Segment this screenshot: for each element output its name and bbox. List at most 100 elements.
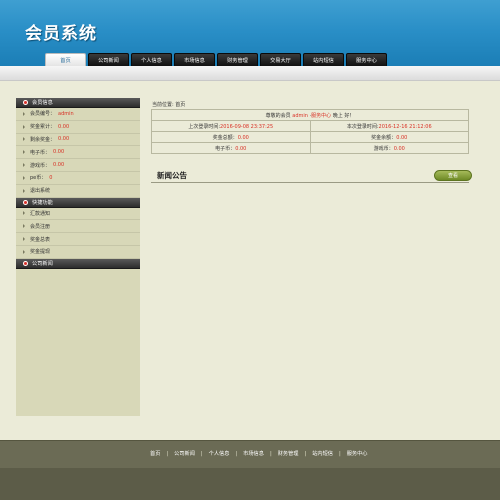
breadcrumb: 当前位置: 首页: [152, 102, 186, 108]
footer-bottom: [0, 468, 500, 500]
triangle-bullet-icon: [23, 137, 25, 142]
sidebar-section-company-news[interactable]: 公司新闻: [16, 258, 140, 269]
sidebar-item-bonus-left: 剩余奖金： 0.00: [16, 134, 140, 147]
sidebar-item-ecoin: 电子币： 0.00: [16, 146, 140, 160]
sidebar-item-remittance-notice[interactable]: 汇款通知: [16, 208, 140, 221]
sidebar-section-title: 会员信息: [32, 100, 53, 106]
this-login-value: 2016-12-16 21:12:06: [378, 123, 432, 130]
news-section-title: 新闻公告: [157, 171, 187, 180]
nav-tab-messages[interactable]: 站内短信: [303, 53, 344, 66]
sidebar-item-label: 会员编号：: [30, 111, 56, 118]
triangle-bullet-icon: [23, 224, 25, 229]
footer-separator: |: [338, 450, 341, 457]
account-info-table: 尊敬的会员 admin ·服务中心 晚上 好！ 上次登录时间:2016-09-0…: [151, 109, 469, 154]
sidebar-item-label: 电子币：: [30, 149, 51, 156]
footer-link-personal-info[interactable]: 个人信息: [209, 450, 230, 457]
gcoin-label: 游戏币：: [373, 145, 394, 152]
sidebar-item-bonus-withdraw[interactable]: 奖金提现: [16, 246, 140, 259]
sidebar-item-member-register[interactable]: 会员注册: [16, 220, 140, 234]
sidebar-item-value: 0.00: [53, 162, 65, 169]
table-row: 奖金总额：0.00 奖金余额：0.00: [151, 131, 469, 143]
greeting-username: admin: [292, 112, 308, 119]
footer-separator: |: [166, 450, 169, 457]
nav-tab-trading-hall[interactable]: 交易大厅: [260, 53, 301, 66]
nav-tab-company-news[interactable]: 公司新闻: [88, 53, 129, 66]
nav-tab-home[interactable]: 首页: [45, 53, 86, 66]
header: 会员系统 首页 公司新闻 个人信息 市场信息 财务管理 交易大厅 站内短信 服务…: [0, 0, 500, 66]
gcoin-value: 0.00: [393, 145, 405, 152]
footer-link-finance[interactable]: 财务管理: [278, 450, 299, 457]
footer-link-company-news[interactable]: 公司新闻: [174, 450, 195, 457]
footer-link-home[interactable]: 首页: [150, 450, 160, 457]
greeting-cell: 尊敬的会员 admin ·服务中心 晚上 好！: [151, 109, 469, 121]
table-row: 尊敬的会员 admin ·服务中心 晚上 好！: [151, 109, 469, 121]
sidebar-item-label: 奖金总表: [30, 236, 51, 243]
sidebar-section-title: 快捷功能: [32, 199, 53, 206]
footer-separator: |: [200, 450, 203, 457]
greeting-prefix: 尊敬的会员: [265, 112, 293, 119]
divider: [151, 182, 469, 183]
greeting-suffix: 晚上 好！: [331, 112, 355, 119]
footer-separator: |: [269, 450, 272, 457]
sidebar-section-member-info[interactable]: 会员信息: [16, 98, 140, 108]
site-logo-title: 会员系统: [25, 24, 97, 44]
sidebar-item-gcoin: 游戏币： 0.00: [16, 159, 140, 172]
sidebar-item-label: 奖金累计：: [30, 124, 56, 131]
service-center-link[interactable]: 服务中心: [311, 113, 331, 119]
bonus-total-cell: 奖金总额：0.00: [151, 131, 311, 143]
red-bullet-icon: [23, 100, 28, 105]
sidebar-item-label: 奖金提现: [30, 249, 51, 256]
triangle-bullet-icon: [23, 175, 25, 180]
bonus-left-cell: 奖金余额：0.00: [309, 131, 469, 143]
footer-link-market-info[interactable]: 市场信息: [243, 450, 264, 457]
ecoin-value: 0.00: [235, 145, 247, 152]
sidebar-item-value: 0.00: [53, 149, 65, 156]
main-nav: 首页 公司新闻 个人信息 市场信息 财务管理 交易大厅 站内短信 服务中心: [45, 53, 387, 66]
sidebar-item-label: 汇款通知: [30, 210, 51, 217]
triangle-bullet-icon: [23, 111, 25, 116]
footer-link-service-center[interactable]: 服务中心: [347, 450, 368, 457]
sidebar-item-pe-coin: pe币： 0: [16, 172, 140, 185]
ecoin-label: 电子币：: [215, 145, 236, 152]
nav-tab-finance[interactable]: 财务管理: [217, 53, 258, 66]
sidebar-item-value: admin: [58, 110, 74, 117]
last-login-value: 2016-09-08 23:37:25: [220, 123, 274, 130]
sidebar-item-label: 游戏币：: [30, 162, 51, 169]
this-login-label: 本次登录时间:: [346, 123, 379, 130]
sub-bar: [0, 66, 500, 81]
footer-link-messages[interactable]: 站内短信: [312, 450, 333, 457]
sidebar: 会员信息 会员编号： admin 奖金累计： 0.00 剩余奖金： 0.00 电…: [16, 98, 140, 416]
gcoin-cell: 游戏币：0.00: [309, 142, 469, 154]
triangle-bullet-icon: [23, 211, 25, 216]
sidebar-item-label: 剩余奖金：: [30, 136, 56, 143]
nav-tab-service-center[interactable]: 服务中心: [346, 53, 387, 66]
last-login-cell: 上次登录时间:2016-09-08 23:37:25: [151, 120, 311, 132]
triangle-bullet-icon: [23, 163, 25, 168]
triangle-bullet-icon: [23, 150, 25, 155]
red-bullet-icon: [23, 260, 28, 266]
ecoin-cell: 电子币：0.00: [151, 142, 311, 154]
sidebar-item-label: pe币：: [30, 175, 47, 182]
sidebar-item-value: 0.00: [58, 123, 70, 130]
sidebar-section-title: 公司新闻: [32, 260, 53, 267]
sidebar-item-member-id: 会员编号： admin: [16, 108, 140, 121]
nav-tab-market-info[interactable]: 市场信息: [174, 53, 215, 66]
triangle-bullet-icon: [23, 188, 25, 193]
sidebar-item-label: 会员注册: [30, 223, 51, 230]
sidebar-item-logout[interactable]: 退出系统: [16, 185, 140, 198]
sidebar-item-bonus-table[interactable]: 奖金总表: [16, 233, 140, 246]
last-login-label: 上次登录时间:: [188, 123, 221, 130]
sidebar-item-value: 0: [49, 174, 53, 181]
footer-separator: |: [235, 450, 238, 457]
this-login-cell: 本次登录时间:2016-12-16 21:12:06: [309, 120, 469, 132]
bonus-total-label: 奖金总额：: [212, 134, 238, 141]
nav-tab-personal-info[interactable]: 个人信息: [131, 53, 172, 66]
sidebar-section-quick-functions[interactable]: 快捷功能: [16, 197, 140, 208]
table-row: 电子币：0.00 游戏币：0.00: [151, 142, 469, 154]
footer-nav: 首页 | 公司新闻 | 个人信息 | 市场信息 | 财务管理 | 站内短信 | …: [150, 450, 368, 458]
triangle-bullet-icon: [23, 124, 25, 129]
view-news-button[interactable]: 查看: [434, 170, 472, 181]
bonus-left-label: 奖金余额：: [371, 134, 397, 141]
sidebar-item-label: 退出系统: [30, 188, 51, 195]
triangle-bullet-icon: [23, 237, 25, 242]
